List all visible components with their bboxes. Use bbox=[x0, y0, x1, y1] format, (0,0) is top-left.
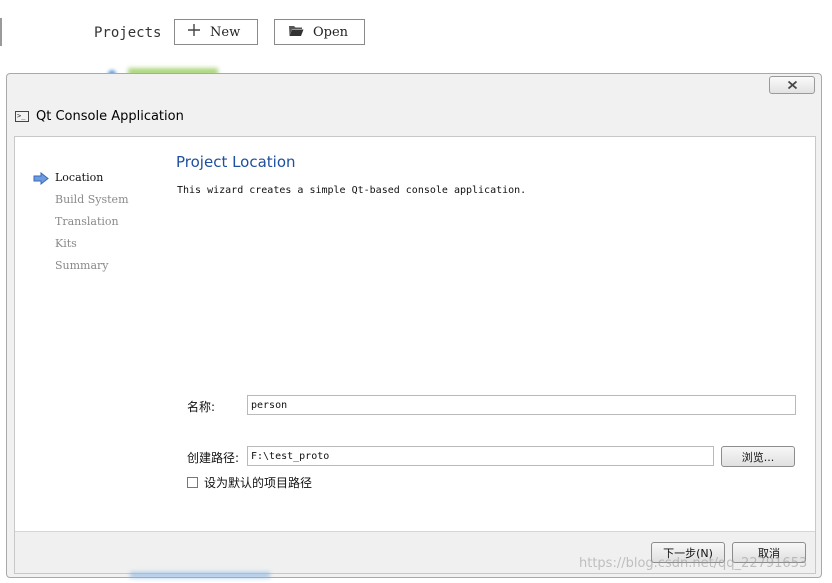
cancel-button[interactable]: 取消 bbox=[732, 542, 806, 563]
dialog-title-bar: >_ Qt Console Application bbox=[15, 109, 184, 124]
wizard-steps: Location Build System Translation Kits S… bbox=[33, 167, 163, 277]
wizard-step-kits: Kits bbox=[33, 233, 163, 255]
browse-button[interactable]: 浏览... bbox=[721, 446, 795, 467]
next-button[interactable]: 下一步(N) bbox=[651, 542, 725, 563]
wizard-step-location: Location bbox=[33, 167, 163, 189]
new-project-dialog: >_ Qt Console Application Location Build… bbox=[6, 73, 822, 578]
path-label: 创建路径: bbox=[187, 451, 240, 465]
wizard-footer: 下一步(N) 取消 bbox=[15, 531, 815, 573]
wizard-description: This wizard creates a simple Qt-based co… bbox=[177, 185, 527, 196]
wizard-step-summary: Summary bbox=[33, 255, 163, 277]
wizard-step-label: Summary bbox=[55, 259, 109, 272]
dialog-close-button[interactable] bbox=[769, 76, 815, 94]
wizard-step-translation: Translation bbox=[33, 211, 163, 233]
close-icon bbox=[787, 78, 798, 93]
wizard-step-label: Location bbox=[55, 171, 104, 184]
name-label: 名称: bbox=[187, 400, 216, 414]
console-icon: >_ bbox=[15, 111, 29, 122]
left-edge-divider bbox=[0, 18, 2, 46]
wizard-step-label: Kits bbox=[55, 237, 77, 250]
page: Projects New Open >_ Qt Console Applicat… bbox=[0, 0, 832, 583]
project-path-input[interactable] bbox=[247, 446, 714, 466]
open-project-button[interactable]: Open bbox=[274, 19, 365, 45]
folder-open-icon bbox=[288, 24, 304, 41]
new-project-button[interactable]: New bbox=[174, 19, 258, 45]
recent-project-blur bbox=[130, 572, 270, 578]
wizard-step-label: Build System bbox=[55, 193, 129, 206]
new-button-label: New bbox=[210, 24, 241, 40]
projects-label: Projects bbox=[94, 25, 162, 41]
project-name-input[interactable] bbox=[247, 395, 796, 415]
wizard-content: Location Build System Translation Kits S… bbox=[14, 136, 816, 574]
default-path-option[interactable]: 设为默认的项目路径 bbox=[187, 474, 312, 491]
default-path-checkbox[interactable] bbox=[187, 477, 198, 488]
wizard-step-label: Translation bbox=[55, 215, 119, 228]
wizard-step-build-system: Build System bbox=[33, 189, 163, 211]
default-path-label: 设为默认的项目路径 bbox=[204, 476, 313, 490]
page-heading: Project Location bbox=[176, 153, 296, 171]
dialog-title: Qt Console Application bbox=[36, 109, 184, 124]
open-button-label: Open bbox=[313, 24, 349, 40]
plus-icon bbox=[187, 23, 201, 41]
